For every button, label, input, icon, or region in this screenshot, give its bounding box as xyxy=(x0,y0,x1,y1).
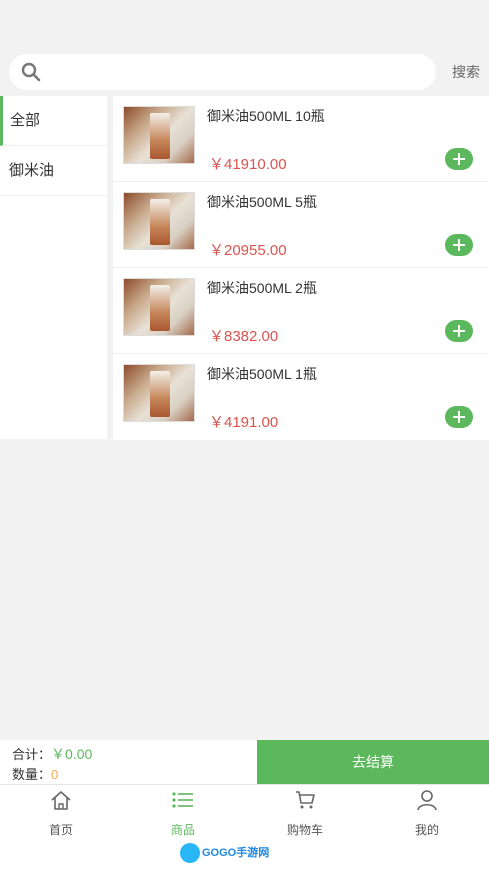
product-price: ￥8382.00 xyxy=(209,328,279,345)
sidebar-filler xyxy=(0,196,107,439)
product-list: 御米油500ML 10瓶 ￥41910.00 御米油500ML 5瓶 ￥2095… xyxy=(113,96,489,440)
product-title: 御米油500ML 5瓶 xyxy=(207,194,317,210)
tab-home-label: 首页 xyxy=(48,823,73,837)
user-icon xyxy=(417,790,437,811)
product-image xyxy=(123,364,195,422)
cart-total-value: ￥0.00 xyxy=(51,746,93,762)
tab-home[interactable]: 首页 xyxy=(0,785,122,838)
add-to-cart-button[interactable] xyxy=(445,406,473,428)
watermark: GOGO手游网 xyxy=(180,843,269,863)
cart-icon xyxy=(296,791,315,809)
product-title: 御米油500ML 2瓶 xyxy=(207,280,317,296)
cart-count-value: 0 xyxy=(51,767,59,782)
list-icon xyxy=(172,792,193,808)
add-to-cart-button[interactable] xyxy=(445,234,473,256)
tab-profile-label: 我的 xyxy=(414,823,439,837)
product-price: ￥41910.00 xyxy=(209,156,287,173)
home-icon xyxy=(51,791,71,810)
list-item[interactable]: 御米油500ML 5瓶 ￥20955.00 xyxy=(113,182,489,268)
cart-total: 合计：￥0.00 xyxy=(12,744,92,764)
checkout-button[interactable]: 去结算 xyxy=(257,740,489,784)
product-title: 御米油500ML 1瓶 xyxy=(207,366,317,382)
search-icon xyxy=(21,62,41,82)
product-price: ￥4191.00 xyxy=(209,414,279,431)
cart-count: 数量：0 xyxy=(12,764,58,783)
add-to-cart-button[interactable] xyxy=(445,320,473,342)
add-to-cart-button[interactable] xyxy=(445,148,473,170)
tab-products[interactable]: 商品 xyxy=(122,785,244,838)
tab-cart[interactable]: 购物车 xyxy=(244,785,366,838)
product-price: ￥20955.00 xyxy=(209,242,287,259)
tab-products-label: 商品 xyxy=(170,823,195,837)
cart-summary-bar: 合计：￥0.00 数量：0 去结算 xyxy=(0,740,489,784)
list-item[interactable]: 御米油500ML 10瓶 ￥41910.00 xyxy=(113,96,489,182)
product-title: 御米油500ML 10瓶 xyxy=(207,108,325,124)
search-button[interactable]: 搜索 xyxy=(452,62,480,82)
cart-total-label: 合计： xyxy=(12,747,52,762)
product-image xyxy=(123,106,195,164)
category-sidebar: 全部 御米油 xyxy=(0,96,107,196)
tab-cart-label: 购物车 xyxy=(286,823,323,837)
sidebar-item-oil[interactable]: 御米油 xyxy=(0,146,107,196)
list-item[interactable]: 御米油500ML 1瓶 ￥4191.00 xyxy=(113,354,489,440)
cart-count-label: 数量： xyxy=(12,767,52,782)
list-item[interactable]: 御米油500ML 2瓶 ￥8382.00 xyxy=(113,268,489,354)
watermark-logo-icon xyxy=(180,843,200,863)
product-image xyxy=(123,192,195,250)
product-image xyxy=(123,278,195,336)
tab-profile[interactable]: 我的 xyxy=(366,785,488,838)
search-bar: 搜索 xyxy=(0,52,489,92)
watermark-text: GOGO手游网 xyxy=(202,846,270,859)
sidebar-item-all[interactable]: 全部 xyxy=(0,96,107,146)
search-input[interactable] xyxy=(9,54,436,90)
